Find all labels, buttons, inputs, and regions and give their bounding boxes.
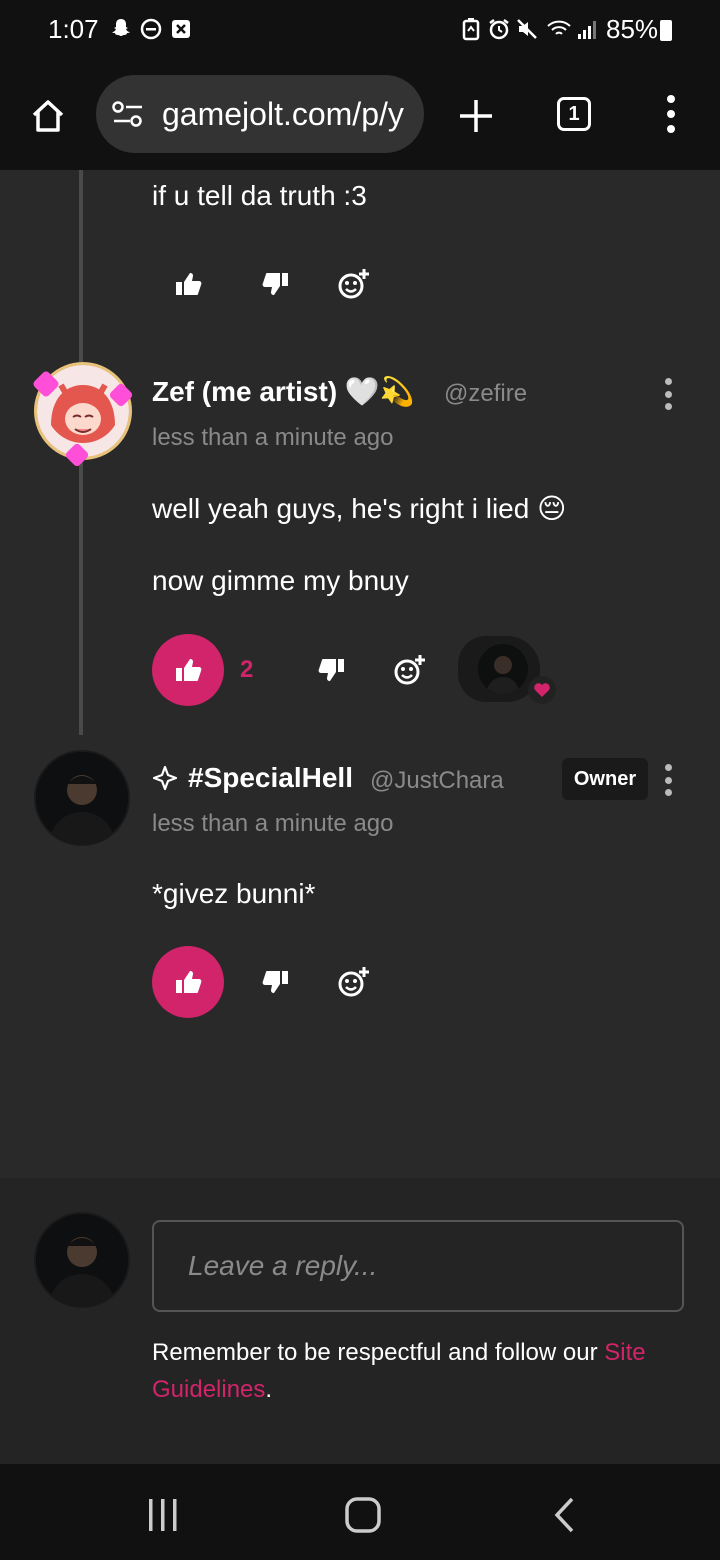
new-tab-icon[interactable] xyxy=(454,94,498,138)
comment-text: *givez bunni* xyxy=(152,878,316,909)
sparkle-icon xyxy=(152,765,178,791)
like-icon[interactable] xyxy=(166,262,210,306)
username[interactable]: Zef (me artist) 🤍💫 xyxy=(152,375,415,408)
guidelines-notice-text: Remember to be respectful and follow our xyxy=(152,1339,605,1366)
home-icon[interactable] xyxy=(26,94,70,138)
back-icon[interactable] xyxy=(552,1496,578,1534)
comment-menu-icon[interactable] xyxy=(658,764,678,796)
site-settings-icon[interactable] xyxy=(110,99,146,131)
do-not-disturb-icon xyxy=(138,16,164,42)
dislike-icon[interactable] xyxy=(254,262,298,306)
battery-percent: 85% xyxy=(606,14,659,44)
notification-x-icon xyxy=(168,16,194,42)
recent-apps-icon[interactable] xyxy=(146,1497,180,1533)
like-button-active[interactable] xyxy=(152,946,224,1018)
battery-saver-icon xyxy=(458,16,484,42)
avatar[interactable] xyxy=(34,750,130,846)
browser-menu-icon[interactable] xyxy=(661,95,681,133)
guidelines-notice: Remember to be respectful and follow our… xyxy=(152,1334,672,1408)
add-reaction-icon[interactable] xyxy=(388,648,432,692)
reply-input[interactable] xyxy=(152,1220,684,1312)
url-text[interactable]: gamejolt.com/p/y xyxy=(162,96,424,133)
heart-icon xyxy=(528,676,556,704)
like-button-active[interactable] xyxy=(152,634,224,706)
creator-avatar xyxy=(478,644,528,694)
username[interactable]: #SpecialHell xyxy=(188,762,353,794)
snapchat-icon xyxy=(108,16,134,42)
battery-icon xyxy=(660,20,672,41)
status-time: 1:07 xyxy=(48,14,99,44)
home-button-icon[interactable] xyxy=(344,1496,382,1534)
wifi-signal-icon xyxy=(546,16,598,42)
comment-text: now gimme my bnuy xyxy=(152,565,409,596)
comment-text: if u tell da truth :3 xyxy=(152,180,367,211)
current-user-avatar xyxy=(34,1212,130,1308)
comment-timestamp: less than a minute ago xyxy=(152,424,394,451)
add-reaction-icon[interactable] xyxy=(332,960,376,1004)
owner-badge: Owner xyxy=(562,758,648,800)
user-handle[interactable]: @JustChara xyxy=(370,767,504,795)
mute-icon xyxy=(514,16,540,42)
add-reaction-icon[interactable] xyxy=(332,262,376,306)
comment-menu-icon[interactable] xyxy=(658,378,678,410)
comment-timestamp: less than a minute ago xyxy=(152,810,394,837)
alarm-icon xyxy=(486,16,512,42)
user-handle[interactable]: @zefire xyxy=(444,380,527,408)
comment-text: well yeah guys, he's right i lied 😔 xyxy=(152,493,567,524)
tab-switcher-button[interactable]: 1 xyxy=(557,97,591,131)
dislike-icon[interactable] xyxy=(254,960,298,1004)
guidelines-notice-end: . xyxy=(265,1376,273,1403)
like-count[interactable]: 2 xyxy=(240,656,253,684)
dislike-icon[interactable] xyxy=(310,648,354,692)
